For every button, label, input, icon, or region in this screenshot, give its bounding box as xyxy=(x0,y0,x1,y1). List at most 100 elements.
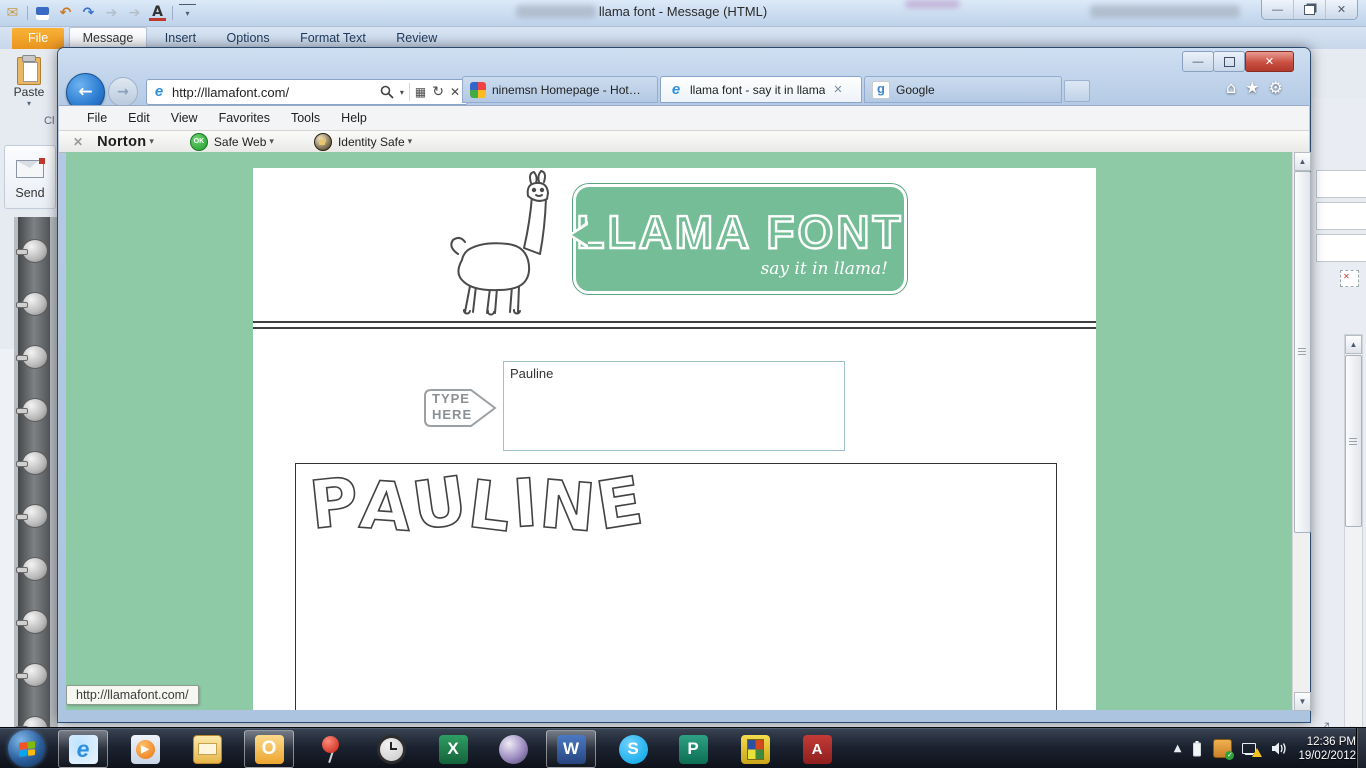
status-url-tooltip: http://llamafont.com/ xyxy=(66,685,199,705)
stop-icon[interactable]: ✕ xyxy=(450,85,460,99)
cc-field[interactable] xyxy=(1316,202,1366,230)
menu-favorites[interactable]: Favorites xyxy=(209,108,280,128)
volume-icon[interactable] xyxy=(1271,741,1288,756)
menu-tools[interactable]: Tools xyxy=(281,108,330,128)
taskbar-media-player[interactable]: ▶ xyxy=(120,730,170,768)
broken-image-icon xyxy=(1340,270,1359,287)
tab-llamafont[interactable]: e llama font - say it in llama ✕ xyxy=(660,76,862,103)
spiral-binding-image xyxy=(14,217,58,768)
safe-web-menu[interactable]: Safe Web xyxy=(214,135,266,149)
taskbar-ie[interactable]: e xyxy=(58,730,108,768)
show-desktop-button[interactable] xyxy=(1356,728,1366,768)
compatibility-view-icon[interactable]: ▦ xyxy=(415,85,426,99)
scroll-up-icon[interactable]: ▲ xyxy=(1294,152,1311,171)
minimize-icon[interactable]: — xyxy=(1262,0,1293,19)
llama-text-input[interactable]: Pauline xyxy=(503,361,845,451)
restore-icon[interactable] xyxy=(1293,0,1325,19)
tab-ninemsn[interactable]: ninemsn Homepage - Hotmail... xyxy=(462,76,658,103)
network-warning-icon[interactable] xyxy=(1242,741,1263,757)
system-tray: ▲ ✓ 12:36 PM 19/02/2012 xyxy=(1174,728,1356,768)
outlook-titlebar[interactable]: llama font - Message (HTML) ✉ ↶ ↷ ➔ ➔ A … xyxy=(0,0,1366,27)
search-dropdown-icon[interactable]: ▾ xyxy=(400,88,404,97)
paste-dropdown-icon[interactable]: ▾ xyxy=(6,99,52,108)
tab-options[interactable]: Options xyxy=(214,28,283,49)
previous-item-icon[interactable]: ➔ xyxy=(103,5,120,22)
paste-label: Paste xyxy=(13,85,45,99)
media-player-icon: ▶ xyxy=(130,734,160,764)
google-favicon: g xyxy=(872,80,890,99)
tab-google[interactable]: g Google xyxy=(864,76,1062,103)
quick-access-toolbar: ✉ ↶ ↷ ➔ ➔ A ▾ xyxy=(4,3,196,23)
close-icon[interactable]: ✕ xyxy=(1245,51,1294,72)
scrollbar-thumb[interactable] xyxy=(1294,171,1311,533)
next-item-icon[interactable]: ➔ xyxy=(126,5,143,22)
menu-help[interactable]: Help xyxy=(331,108,377,128)
ie-scrollbar[interactable]: ▲ ▼ xyxy=(1292,152,1311,711)
outlook-scrollbar[interactable]: ▲ ▼ xyxy=(1344,334,1363,756)
taskbar-outlook[interactable]: O xyxy=(244,730,294,768)
scrollbar-thumb[interactable] xyxy=(1345,355,1362,527)
send-button[interactable]: Send xyxy=(4,145,56,209)
paste-button[interactable]: Paste ▾ xyxy=(6,55,52,108)
ie-favicon: e xyxy=(154,83,164,100)
battery-icon[interactable] xyxy=(1191,740,1203,758)
favorites-star-icon[interactable]: ★ xyxy=(1245,78,1259,97)
tab-format-text[interactable]: Format Text xyxy=(287,28,379,49)
menu-file[interactable]: File xyxy=(77,108,117,128)
identity-safe-menu[interactable]: Identity Safe xyxy=(338,135,405,149)
hidden-icons-chevron[interactable]: ▲ xyxy=(1174,743,1182,754)
outlook-window-title: llama font - Message (HTML) xyxy=(598,4,768,19)
scroll-up-icon[interactable]: ▲ xyxy=(1345,335,1362,354)
close-tab-icon[interactable]: ✕ xyxy=(833,83,842,96)
ninemsn-favicon xyxy=(470,81,486,98)
scroll-down-icon[interactable]: ▼ xyxy=(1294,692,1311,711)
norton-menu[interactable]: Norton xyxy=(97,134,146,150)
address-bar[interactable]: e http://llamafont.com/ ▾ ▦ ↻ ✕ xyxy=(146,79,468,105)
menu-view[interactable]: View xyxy=(161,108,208,128)
close-toolbar-icon[interactable]: ✕ xyxy=(73,135,83,149)
save-icon[interactable] xyxy=(34,5,51,22)
undo-icon[interactable]: ↶ xyxy=(57,5,74,22)
desktop: llama font - Message (HTML) ✉ ↶ ↷ ➔ ➔ A … xyxy=(0,0,1366,768)
customize-qat-icon[interactable]: ▾ xyxy=(179,4,196,22)
double-divider xyxy=(253,321,1096,329)
recipient-field[interactable] xyxy=(1316,170,1366,198)
taskbar-explorer[interactable] xyxy=(182,730,232,768)
forward-button[interactable]: → xyxy=(108,77,138,107)
security-status-icon[interactable]: ✓ xyxy=(1213,739,1235,760)
taskbar-publisher[interactable]: P xyxy=(668,730,718,768)
taskbar-clock[interactable]: 12:36 PM 19/02/2012 xyxy=(1298,735,1356,763)
maximize-icon[interactable] xyxy=(1213,51,1245,72)
clock-time: 12:36 PM xyxy=(1306,735,1356,748)
taskbar-adobe-reader[interactable]: A xyxy=(792,730,842,768)
start-button[interactable] xyxy=(8,730,45,767)
tab-file[interactable]: File xyxy=(12,28,65,49)
taskbar-game[interactable] xyxy=(730,730,780,768)
logo-title: LLAMA FONT xyxy=(575,205,904,259)
redo-icon[interactable]: ↷ xyxy=(80,5,97,22)
new-tab-button[interactable] xyxy=(1064,80,1090,102)
taskbar-word[interactable]: W xyxy=(546,730,596,768)
menu-edit[interactable]: Edit xyxy=(118,108,160,128)
taskbar-skype[interactable]: S xyxy=(608,730,658,768)
folder-icon xyxy=(192,734,222,764)
system-menu-mail-icon[interactable]: ✉ xyxy=(4,5,21,22)
home-icon[interactable]: ⌂ xyxy=(1226,78,1236,97)
settings-gear-icon[interactable]: ⚙ xyxy=(1269,78,1283,97)
search-icon[interactable] xyxy=(380,85,394,99)
taskbar-excel[interactable]: X xyxy=(428,730,478,768)
address-url[interactable]: http://llamafont.com/ xyxy=(172,85,377,100)
taskbar-messenger-orb[interactable] xyxy=(488,730,538,768)
tab-review[interactable]: Review xyxy=(383,28,450,49)
windows-logo-icon xyxy=(18,740,35,757)
close-icon[interactable]: ✕ xyxy=(1325,0,1357,19)
subject-field[interactable] xyxy=(1316,234,1366,262)
refresh-icon[interactable]: ↻ xyxy=(432,84,444,100)
taskbar-clock-app[interactable] xyxy=(366,730,416,768)
font-color-icon[interactable]: A xyxy=(149,5,166,21)
type-here-sign: TYPE HERE xyxy=(423,388,499,428)
minimize-icon[interactable]: — xyxy=(1182,51,1214,72)
taskbar-pushpin[interactable] xyxy=(306,730,356,768)
tab-insert[interactable]: Insert xyxy=(152,28,209,49)
tab-message[interactable]: Message xyxy=(68,27,148,49)
